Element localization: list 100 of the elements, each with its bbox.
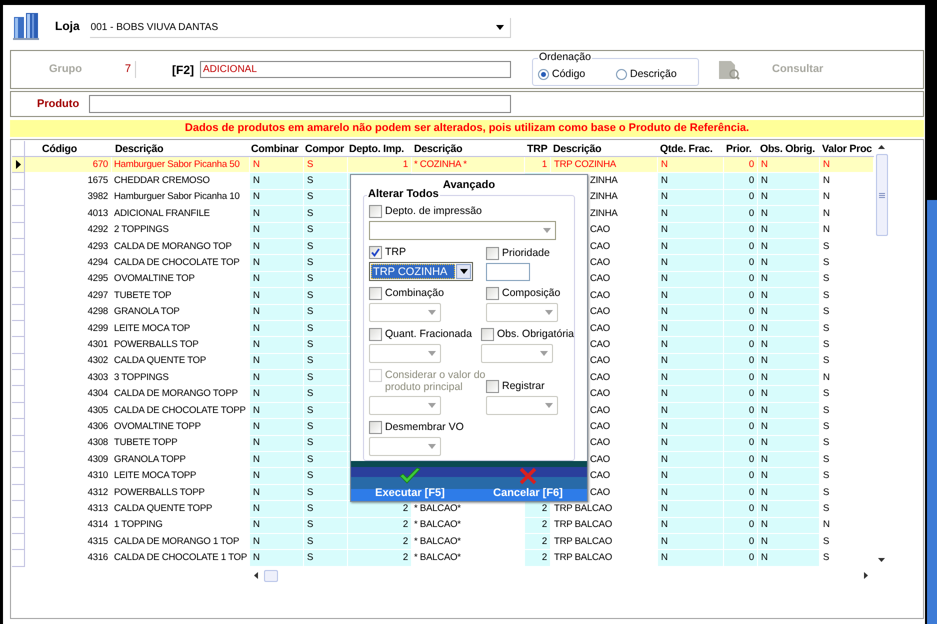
- table-cell: N: [823, 519, 830, 532]
- checkbox[interactable]: [480, 328, 494, 341]
- checkbox[interactable]: [369, 246, 382, 259]
- table-cell: 2: [542, 536, 547, 548]
- checkbox[interactable]: [486, 380, 499, 393]
- table-cell: N: [253, 322, 260, 335]
- option-label: Depto. de impressão: [385, 204, 482, 217]
- table-cell: N: [661, 322, 668, 335]
- checkbox[interactable]: [369, 328, 382, 341]
- column-header[interactable]: Depto. Imp.: [348, 141, 412, 156]
- dropdown-caret-icon: [460, 268, 468, 274]
- table-cell: N: [253, 240, 260, 253]
- group-label: Grupo: [49, 62, 82, 78]
- checkbox[interactable]: [486, 286, 499, 300]
- table-cell: N: [761, 208, 768, 220]
- table-cell: GRANOLA TOP: [114, 306, 180, 318]
- radio-button[interactable]: [616, 69, 627, 80]
- grid-row[interactable]: 4316 CALDA DE CHOCOLATE 1 TOP N S 2 * BALCAO* 2 TRP BALCAO N 0 N S: [12, 550, 874, 567]
- table-cell: S: [307, 191, 314, 204]
- table-cell: S: [823, 322, 830, 335]
- scroll-thumb[interactable]: [264, 570, 278, 582]
- column-header[interactable]: Descrição: [112, 141, 250, 156]
- option-label: Composição: [502, 286, 560, 299]
- option-label: Quant. Fracionada: [385, 328, 472, 340]
- product-field[interactable]: [89, 95, 512, 113]
- table-cell: S: [307, 388, 314, 400]
- table-cell: N: [661, 158, 668, 171]
- column-header[interactable]: Qtde. Frac.: [658, 141, 724, 156]
- table-cell: 0: [748, 158, 754, 171]
- table-cell: CAO: [590, 454, 610, 466]
- scroll-thumb[interactable]: [876, 154, 888, 236]
- select-field[interactable]: [369, 436, 441, 456]
- table-cell: * BALCAO*: [414, 502, 461, 515]
- table-cell: N: [761, 290, 768, 302]
- table-cell: S: [307, 273, 314, 286]
- grid-row[interactable]: 4314 1 TOPPING N S 2 * BALCAO* 2 TRP BALCAO N 0 N N: [12, 518, 874, 534]
- group-name-field[interactable]: ADICIONAL: [200, 61, 511, 78]
- column-header[interactable]: TRP: [525, 141, 551, 156]
- grid-row[interactable]: 670 Hamburguer Sabor Picanha 50 N S 1 * COZINHA * 1 TRP COZINHA N 0 N N: [12, 157, 874, 174]
- column-header[interactable]: Descrição: [412, 141, 525, 156]
- table-cell: N: [661, 306, 668, 318]
- column-header[interactable]: Combinar: [250, 141, 304, 156]
- table-cell: OVOMALTINE TOP: [114, 273, 195, 286]
- grid-row[interactable]: 4313 CALDA QUENTE TOPP N S 2 * BALCAO* 2 TRP BALCAO N 0 N S: [12, 501, 874, 518]
- select-field[interactable]: [369, 344, 441, 363]
- table-cell: 4294: [88, 257, 108, 270]
- column-header[interactable]: Valor Proc: [820, 141, 874, 156]
- select-field[interactable]: [369, 396, 441, 415]
- table-cell: N: [253, 420, 260, 433]
- grid-row[interactable]: 4315 CALDA DE MORANGO 1 TOP N S 2 * BALCAO* 2 TRP BALCAO N 0 N S: [12, 534, 874, 550]
- table-cell: N: [661, 404, 668, 417]
- checkbox[interactable]: [486, 246, 499, 260]
- table-cell: 0: [748, 502, 754, 515]
- table-cell: 4316: [88, 552, 108, 564]
- table-cell: 0: [748, 470, 754, 482]
- table-cell: S: [823, 420, 830, 433]
- column-header[interactable]: Obs. Obrig.: [758, 141, 820, 156]
- dropdown-caret-icon: [545, 402, 553, 408]
- table-cell: N: [253, 552, 260, 564]
- select-field[interactable]: [480, 344, 553, 363]
- column-header[interactable]: Prior.: [724, 141, 758, 156]
- select-field[interactable]: [486, 396, 558, 415]
- group-code-field[interactable]: 7: [90, 61, 136, 78]
- radio-label: Descrição: [630, 66, 677, 82]
- select-field[interactable]: [369, 302, 441, 322]
- scroll-right-icon[interactable]: [864, 572, 868, 580]
- checkbox[interactable]: [369, 286, 382, 300]
- table-cell: 4312: [88, 486, 108, 498]
- table-cell: 4304: [88, 388, 108, 400]
- column-header[interactable]: Descrição: [551, 141, 658, 156]
- table-cell: LEITE MOCA TOP: [114, 322, 190, 335]
- table-cell: CAO: [590, 224, 610, 236]
- table-cell: 2: [402, 552, 408, 564]
- table-cell: 4297: [88, 290, 108, 302]
- column-header[interactable]: Código: [25, 141, 112, 156]
- checkbox[interactable]: [369, 420, 382, 434]
- column-header[interactable]: Compor: [304, 141, 348, 156]
- scroll-down-icon[interactable]: [878, 558, 885, 562]
- table-cell: CAO: [590, 470, 610, 482]
- table-cell: S: [307, 502, 314, 515]
- table-cell: S: [307, 420, 314, 433]
- table-cell: N: [761, 257, 768, 270]
- store-select[interactable]: 001 - BOBS VIUVA DANTAS: [90, 18, 511, 38]
- table-cell: 4298: [88, 306, 108, 318]
- scroll-left-icon[interactable]: [254, 572, 258, 580]
- input-field[interactable]: [486, 262, 530, 281]
- table-cell: 0: [748, 338, 754, 351]
- table-cell: N: [661, 290, 668, 302]
- table-cell: 0: [748, 355, 754, 368]
- checkbox[interactable]: [369, 204, 382, 218]
- table-cell: ZINHA: [590, 208, 618, 220]
- table-cell: 4310: [88, 470, 108, 482]
- select-field[interactable]: [369, 220, 556, 240]
- option-label: Combinação: [385, 286, 444, 299]
- select-field[interactable]: TRP COZINHA: [369, 262, 473, 281]
- radio-button[interactable]: [538, 69, 549, 80]
- scroll-up-icon[interactable]: [878, 145, 885, 149]
- shortcut-label: [F2]: [172, 62, 194, 78]
- select-field[interactable]: [486, 302, 558, 322]
- table-cell: S: [307, 372, 314, 384]
